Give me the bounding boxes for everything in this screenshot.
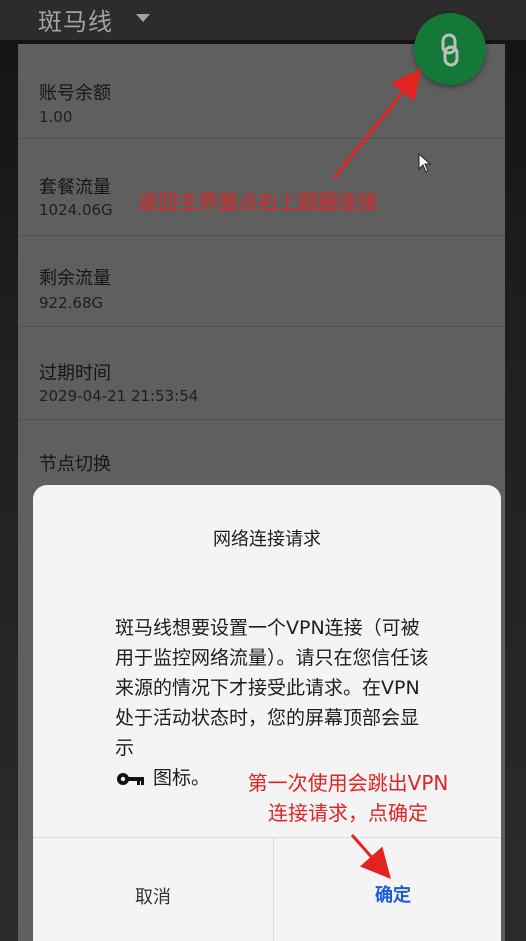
annotation-top: 返回主界面点右上圆圈连接 — [138, 190, 378, 214]
arrow-to-fab — [332, 68, 422, 179]
mouse-cursor-icon — [418, 153, 432, 173]
annotation-bottom-line2: 连接请求，点确定 — [268, 801, 428, 825]
annotation-bottom: 第一次使用会跳出VPN 连接请求，点确定 — [218, 768, 478, 828]
arrow-to-confirm — [350, 834, 391, 879]
phone-screen: 斑马线 账号余额 1.00 套餐流量 1024.06G 剩余流量 922.68G… — [0, 0, 526, 941]
annotation-bottom-line1: 第一次使用会跳出VPN — [247, 771, 449, 795]
